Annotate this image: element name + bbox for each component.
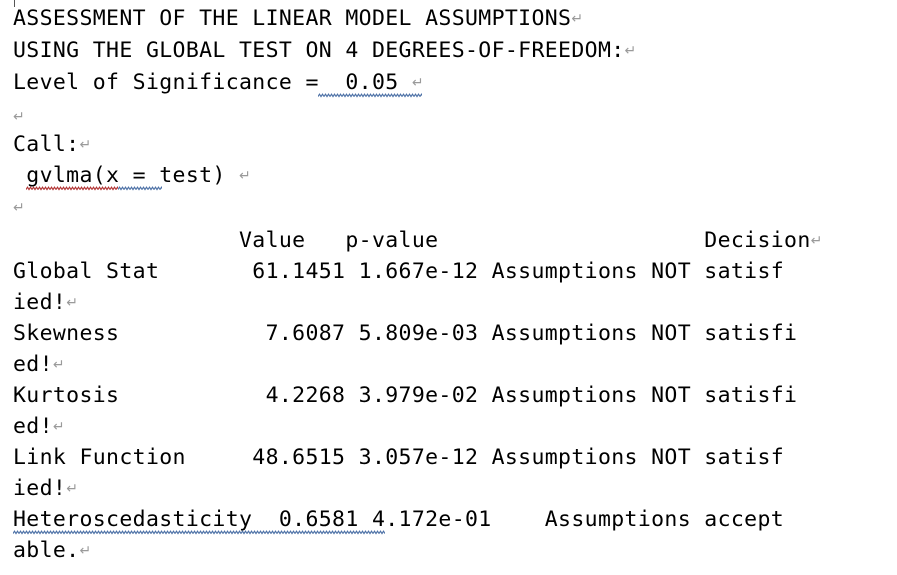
- table-row-text: Global Stat 61.1451 1.667e-12 Assumption…: [13, 259, 785, 284]
- table-row-wrap: able.↵: [13, 538, 91, 564]
- return-mark-icon: ↵: [66, 295, 78, 311]
- return-mark-icon: ↵: [66, 481, 78, 497]
- return-mark-icon: ↵: [79, 137, 92, 153]
- return-mark-icon: ↵: [571, 11, 584, 27]
- table-row-wrap-text: ied!: [13, 290, 67, 315]
- return-mark-icon: ↵: [239, 168, 251, 184]
- return-mark-icon: ↵: [52, 419, 65, 435]
- table-header-row: Value p-value Decision↵: [13, 228, 822, 254]
- table-header-text: Value p-value Decision: [13, 228, 811, 253]
- table-row-wrap-text: able.: [13, 538, 80, 563]
- blank-line-1: ↵: [13, 104, 25, 130]
- return-mark-icon: ↵: [79, 543, 92, 559]
- return-mark-icon: ↵: [624, 43, 637, 59]
- heading-line-1: ASSESSMENT OF THE LINEAR MODEL ASSUMPTIO…: [13, 6, 583, 32]
- call-expression-text: gvlma(x = test): [13, 163, 239, 188]
- table-row-wrap: ied!↵: [13, 290, 78, 316]
- table-row: Global Stat 61.1451 1.667e-12 Assumption…: [13, 259, 784, 285]
- heading-line-2: USING THE GLOBAL TEST ON 4 DEGREES-OF-FR…: [13, 38, 636, 64]
- table-row-text: Link Function 48.6515 3.057e-12 Assumpti…: [13, 445, 785, 470]
- heading-line-2-text: USING THE GLOBAL TEST ON 4 DEGREES-OF-FR…: [13, 38, 625, 63]
- table-row: Kurtosis 4.2268 3.979e-02 Assumptions NO…: [13, 383, 797, 409]
- table-row: Skewness 7.6087 5.809e-03 Assumptions NO…: [13, 321, 797, 347]
- table-row-wrap: ied!↵: [13, 476, 78, 502]
- table-row-wrap-text: ed!: [13, 414, 53, 439]
- table-row-text: Heteroscedasticity 0.6581 4.172e-01 Assu…: [13, 507, 785, 532]
- table-row-text: Kurtosis 4.2268 3.979e-02 Assumptions NO…: [13, 383, 798, 408]
- return-mark-icon: ↵: [411, 75, 424, 91]
- call-label-line: Call:↵: [13, 132, 91, 158]
- table-row-wrap: ed!↵: [13, 414, 65, 440]
- table-row-wrap-text: ed!: [13, 352, 53, 377]
- heading-line-3: Level of Significance = 0.05 ↵: [13, 70, 424, 96]
- return-mark-icon: ↵: [13, 200, 25, 216]
- return-mark-icon: ↵: [810, 233, 823, 249]
- table-row: Heteroscedasticity 0.6581 4.172e-01 Assu…: [13, 507, 784, 533]
- table-row-wrap: ed!↵: [13, 352, 65, 378]
- table-row-wrap-text: ied!: [13, 476, 67, 501]
- return-mark-icon: ↵: [52, 357, 65, 373]
- call-expression-line: gvlma(x = test) ↵: [13, 163, 251, 189]
- return-mark-icon: ↵: [13, 109, 25, 125]
- blank-line-2: ↵: [13, 195, 25, 221]
- document-page: ASSESSMENT OF THE LINEAR MODEL ASSUMPTIO…: [0, 0, 897, 575]
- significance-level-text: Level of Significance = 0.05: [13, 70, 412, 95]
- call-label-text: Call:: [13, 132, 80, 157]
- table-row: Link Function 48.6515 3.057e-12 Assumpti…: [13, 445, 784, 471]
- heading-line-1-text: ASSESSMENT OF THE LINEAR MODEL ASSUMPTIO…: [13, 6, 572, 31]
- table-row-text: Skewness 7.6087 5.809e-03 Assumptions NO…: [13, 321, 798, 346]
